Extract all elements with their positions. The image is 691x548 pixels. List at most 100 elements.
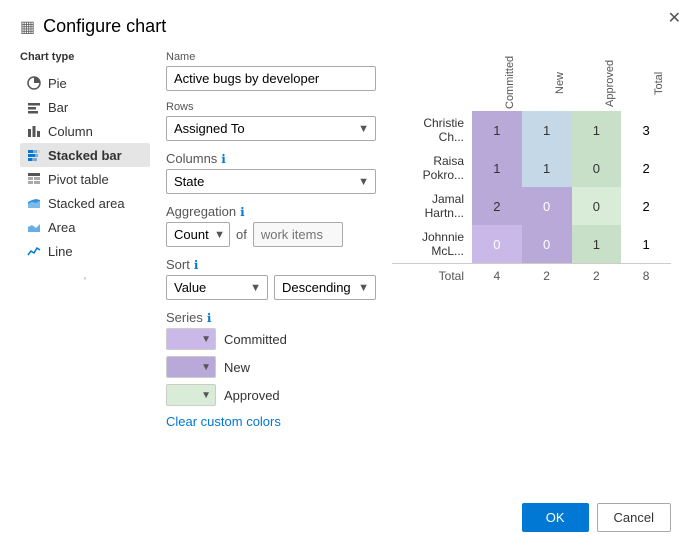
row-label-2: Jamal Hartn... <box>392 187 472 225</box>
cell-1-total: 2 <box>621 149 671 187</box>
chart-type-area[interactable]: Area <box>20 215 150 239</box>
cell-1-approved: 0 <box>572 149 622 187</box>
total-new: 2 <box>522 264 572 289</box>
preview-table: Committed New Approved Total Christie Ch… <box>392 51 671 288</box>
preview-col-approved: Approved <box>572 51 622 111</box>
rows-select[interactable]: Assigned To <box>166 116 376 141</box>
total-committed: 4 <box>472 264 522 289</box>
cell-2-committed: 2 <box>472 187 522 225</box>
cell-3-approved: 1 <box>572 225 622 264</box>
cell-0-committed: 1 <box>472 111 522 149</box>
cell-0-new: 1 <box>522 111 572 149</box>
series-color-approved-chevron-icon: ▼ <box>201 390 211 401</box>
chart-type-pivot[interactable]: Pivot table <box>20 167 150 191</box>
series-color-approved[interactable]: ▼ <box>166 384 216 406</box>
close-button[interactable]: ✕ <box>668 8 681 28</box>
sort-value-select[interactable]: Value <box>166 275 268 300</box>
total-row: Total 4 2 2 8 <box>392 264 671 289</box>
series-info-icon[interactable]: ℹ <box>207 311 212 325</box>
row-label-0: Christie Ch... <box>392 111 472 149</box>
area-icon <box>26 219 42 235</box>
chart-type-panel: Chart type Pie Bar <box>20 51 150 491</box>
aggregation-label: Aggregation ℹ <box>166 204 376 219</box>
preview-col-total: Total <box>621 51 671 111</box>
series-item-committed: ▼ Committed <box>166 328 376 350</box>
chart-type-pie[interactable]: Pie <box>20 71 150 95</box>
sort-info-icon[interactable]: ℹ <box>194 258 199 272</box>
of-label: of <box>236 227 247 242</box>
cell-3-committed: 0 <box>472 225 522 264</box>
stacked-area-icon <box>26 195 42 211</box>
chart-title-icon: ▦ <box>20 17 35 37</box>
total-total: 8 <box>621 264 671 289</box>
name-field-group: Name <box>166 51 376 91</box>
cell-1-committed: 1 <box>472 149 522 187</box>
rows-field-group: Rows Assigned To ▼ <box>166 101 376 141</box>
series-color-new-chevron-icon: ▼ <box>201 362 211 373</box>
columns-select[interactable]: State <box>166 169 376 194</box>
series-color-new[interactable]: ▼ <box>166 356 216 378</box>
of-input[interactable] <box>253 222 343 247</box>
dialog-footer: OK Cancel <box>20 491 671 532</box>
cancel-button[interactable]: Cancel <box>597 503 671 532</box>
columns-label: Columns ℹ <box>166 151 376 166</box>
divider: · <box>20 267 150 290</box>
aggregation-info-icon[interactable]: ℹ <box>240 205 245 219</box>
chart-type-column-label: Column <box>48 124 93 139</box>
name-label: Name <box>166 51 376 63</box>
chart-type-stacked-area[interactable]: Stacked area <box>20 191 150 215</box>
stacked-bar-icon <box>26 147 42 163</box>
row-label-1: Raisa Pokro... <box>392 149 472 187</box>
chart-type-pivot-label: Pivot table <box>48 172 109 187</box>
cell-1-new: 1 <box>522 149 572 187</box>
series-color-committed[interactable]: ▼ <box>166 328 216 350</box>
sort-order-wrap: Descending ▼ <box>274 275 376 300</box>
series-label-new: New <box>224 360 250 375</box>
cell-3-total: 1 <box>621 225 671 264</box>
chart-type-title: Chart type <box>20 51 150 63</box>
chart-type-area-label: Area <box>48 220 75 235</box>
chart-type-list: Pie Bar Column <box>20 71 150 263</box>
chart-type-line[interactable]: Line <box>20 239 150 263</box>
series-field-group: Series ℹ ▼ Committed ▼ New <box>166 310 376 429</box>
preview-col-new: New <box>522 51 572 111</box>
preview-col-committed: Committed <box>472 51 522 111</box>
series-color-chevron-icon: ▼ <box>201 334 211 345</box>
sort-label: Sort ℹ <box>166 257 376 272</box>
series-label-approved: Approved <box>224 388 280 403</box>
chart-type-stacked-bar[interactable]: Stacked bar <box>20 143 150 167</box>
sort-value-wrap: Value ▼ <box>166 275 268 300</box>
preview-col-blank <box>392 51 472 111</box>
rows-label: Rows <box>166 101 376 113</box>
chart-type-bar-label: Bar <box>48 100 68 115</box>
chart-type-pie-label: Pie <box>48 76 67 91</box>
content-area: Chart type Pie Bar <box>20 51 671 491</box>
cell-2-total: 2 <box>621 187 671 225</box>
table-row: Johnnie McL... 0 0 1 1 <box>392 225 671 264</box>
cell-3-new: 0 <box>522 225 572 264</box>
aggregation-select[interactable]: Count <box>166 222 230 247</box>
pie-icon <box>26 75 42 91</box>
aggregation-field-group: Aggregation ℹ Count ▼ of <box>166 204 376 247</box>
total-approved: 2 <box>572 264 622 289</box>
columns-field-group: Columns ℹ State ▼ <box>166 151 376 194</box>
rows-select-wrap: Assigned To ▼ <box>166 116 376 141</box>
preview-panel: Committed New Approved Total Christie Ch… <box>392 51 671 491</box>
agg-select-wrap: Count ▼ <box>166 222 230 247</box>
name-input[interactable] <box>166 66 376 91</box>
line-icon <box>26 243 42 259</box>
chart-type-stacked-bar-label: Stacked bar <box>48 148 122 163</box>
total-label: Total <box>392 264 472 289</box>
form-panel: Name Rows Assigned To ▼ Columns ℹ <box>166 51 376 491</box>
chart-type-line-label: Line <box>48 244 73 259</box>
chart-type-stacked-area-label: Stacked area <box>48 196 125 211</box>
chart-type-bar[interactable]: Bar <box>20 95 150 119</box>
title-bar: ▦ Configure chart <box>20 16 671 37</box>
columns-info-icon[interactable]: ℹ <box>221 152 226 166</box>
chart-type-column[interactable]: Column <box>20 119 150 143</box>
clear-custom-colors-link[interactable]: Clear custom colors <box>166 414 281 429</box>
sort-field-group: Sort ℹ Value ▼ Descending ▼ <box>166 257 376 300</box>
sort-order-select[interactable]: Descending <box>274 275 376 300</box>
cell-2-approved: 0 <box>572 187 622 225</box>
ok-button[interactable]: OK <box>522 503 589 532</box>
